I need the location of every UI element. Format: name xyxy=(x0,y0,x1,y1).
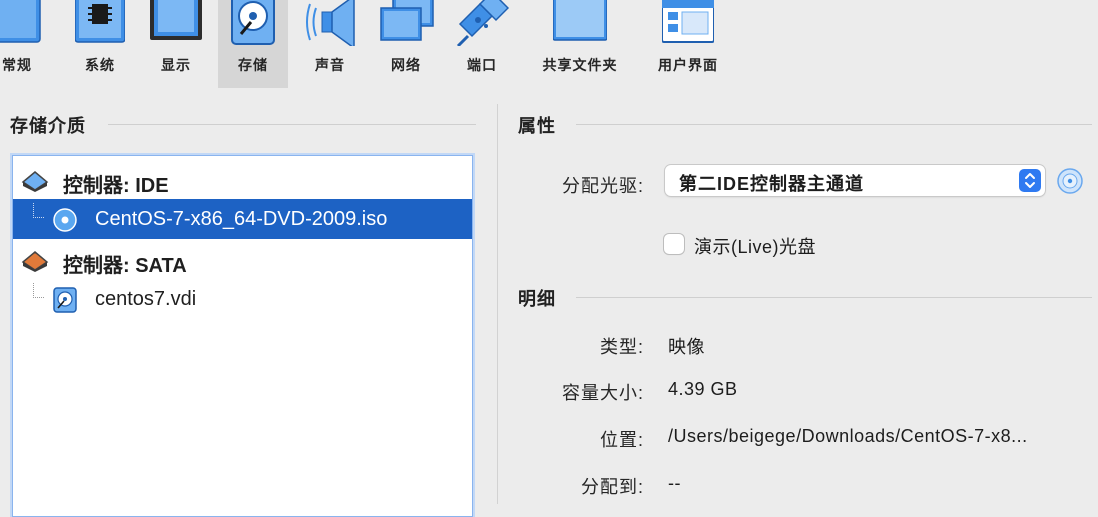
toolbar-item-general[interactable]: 常规 xyxy=(0,0,46,88)
storage-disk-icon xyxy=(231,0,275,45)
tree-item-label: CentOS-7-x86_64-DVD-2009.iso xyxy=(95,208,388,230)
toolbar-label: 系统 xyxy=(85,57,115,73)
toolbar-item-user-interface[interactable]: 用户界面 xyxy=(650,0,726,88)
toolbar-label: 常规 xyxy=(2,57,32,73)
ide-controller-icon xyxy=(21,171,49,192)
network-icon xyxy=(380,0,434,41)
attached-to-value: -- xyxy=(668,473,681,493)
user-interface-window-icon xyxy=(662,0,714,43)
optical-drive-label: 分配光驱: xyxy=(561,176,644,196)
toolbar-item-ports[interactable]: 端口 xyxy=(452,0,512,88)
tree-connector xyxy=(33,203,44,218)
sata-controller-icon xyxy=(21,251,49,272)
storage-media-heading: 存储介质 xyxy=(10,116,86,136)
toolbar-label: 共享文件夹 xyxy=(542,57,618,73)
chevron-up-down-icon xyxy=(1025,173,1035,188)
storage-tree[interactable]: 控制器: IDE CentOS-7-x86_64-DVD-2009.iso 控制… xyxy=(12,155,473,517)
tree-item-sata-controller[interactable]: 控制器: SATA xyxy=(13,240,472,280)
tree-item-label: 控制器: SATA xyxy=(63,255,187,277)
size-label: 容量大小: xyxy=(561,383,644,403)
toolbar-item-storage[interactable]: 存储 xyxy=(218,0,288,88)
tree-item-vdi[interactable]: centos7.vdi xyxy=(13,279,472,319)
display-monitor-icon xyxy=(150,0,202,40)
optical-drive-value: 第二IDE控制器主通道 xyxy=(679,174,865,194)
port-connector-icon xyxy=(456,0,510,46)
toolbar-item-system[interactable]: 系统 xyxy=(72,0,128,88)
shared-folder-icon xyxy=(553,0,607,41)
toolbar-label: 网络 xyxy=(391,57,421,73)
type-label: 类型: xyxy=(599,337,644,357)
tree-item-ide-controller[interactable]: 控制器: IDE xyxy=(13,160,472,200)
toolbar-label: 声音 xyxy=(315,57,345,73)
hard-disk-icon xyxy=(53,287,77,313)
select-stepper[interactable] xyxy=(1019,169,1041,192)
panel-separator xyxy=(497,104,498,504)
location-label: 位置: xyxy=(599,430,644,450)
choose-disc-button[interactable] xyxy=(1057,168,1083,194)
details-heading-rule xyxy=(576,297,1092,298)
settings-toolbar: 常规 系统 显示 存储 声音 网络 端口 共享文件夹 用户界面 xyxy=(0,0,1098,88)
tree-connector xyxy=(33,283,44,298)
details-heading: 明细 xyxy=(518,289,556,309)
general-icon xyxy=(0,0,41,43)
location-value: /Users/beigege/Downloads/CentOS-7-x8... xyxy=(668,426,1028,446)
optical-disc-icon xyxy=(53,208,77,232)
live-cd-checkbox[interactable] xyxy=(664,234,684,254)
attributes-heading: 属性 xyxy=(518,116,556,136)
toolbar-item-network[interactable]: 网络 xyxy=(376,0,436,88)
toolbar-label: 端口 xyxy=(467,57,497,73)
toolbar-label: 显示 xyxy=(161,57,191,73)
system-chip-icon xyxy=(75,0,125,43)
storage-heading-rule xyxy=(108,124,476,125)
live-cd-label: 演示(Live)光盘 xyxy=(694,237,817,257)
size-value: 4.39 GB xyxy=(668,379,738,399)
speaker-icon xyxy=(306,0,355,46)
attached-to-label: 分配到: xyxy=(580,477,644,497)
toolbar-label: 存储 xyxy=(238,57,268,73)
toolbar-item-audio[interactable]: 声音 xyxy=(298,0,362,88)
toolbar-label: 用户界面 xyxy=(658,57,718,73)
toolbar-item-shared-folders[interactable]: 共享文件夹 xyxy=(536,0,624,88)
attributes-heading-rule xyxy=(576,124,1092,125)
optical-drive-select[interactable]: 第二IDE控制器主通道 xyxy=(665,165,1045,196)
type-value: 映像 xyxy=(668,337,705,357)
toolbar-item-display[interactable]: 显示 xyxy=(148,0,204,88)
tree-item-label: centos7.vdi xyxy=(95,288,197,310)
tree-item-label: 控制器: IDE xyxy=(63,175,169,197)
tree-item-iso[interactable]: CentOS-7-x86_64-DVD-2009.iso xyxy=(13,199,472,239)
